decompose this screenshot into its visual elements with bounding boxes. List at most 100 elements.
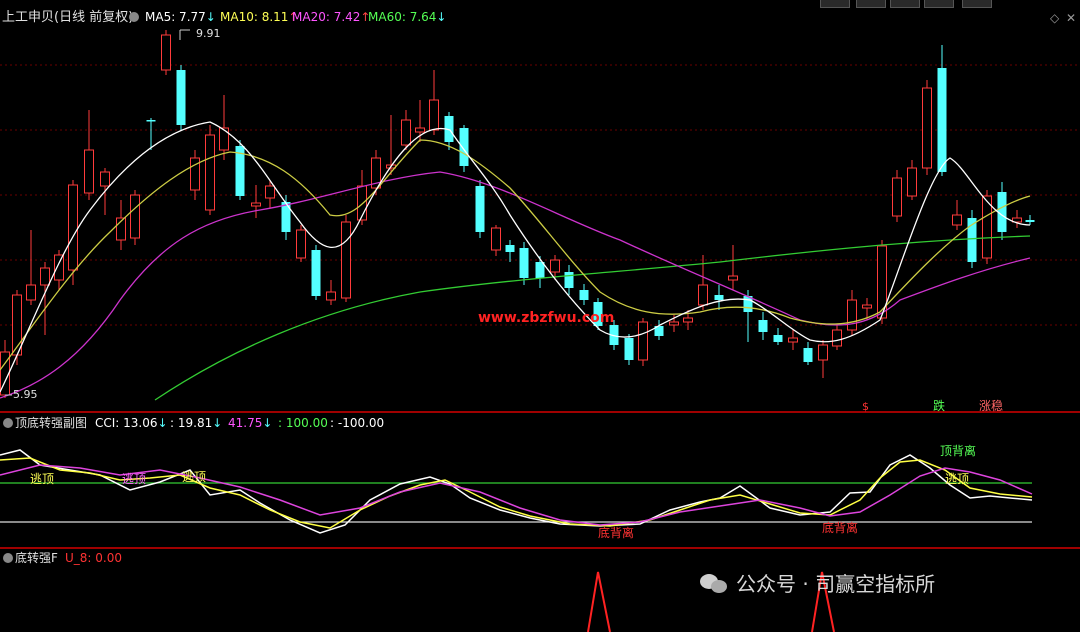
candle-body[interactable] xyxy=(803,348,813,362)
candle-body[interactable] xyxy=(341,221,351,299)
candle-body[interactable] xyxy=(459,128,469,166)
candle-body[interactable] xyxy=(130,194,140,239)
candle-body[interactable] xyxy=(922,87,932,169)
spike-1 xyxy=(587,571,611,632)
ma20-line xyxy=(0,171,1031,399)
cci-yellow-line xyxy=(0,457,1033,529)
candle-body[interactable] xyxy=(788,337,798,343)
candle-body[interactable] xyxy=(832,329,842,347)
sub2-value: U_8: 0.00 xyxy=(65,551,122,565)
center-watermark: www.zbzfwu.com xyxy=(478,310,614,326)
candle-body[interactable] xyxy=(311,250,321,296)
candle-body[interactable] xyxy=(205,134,215,211)
sub1-val3: 41.75↓ xyxy=(228,416,272,430)
toolbar-button-5[interactable] xyxy=(962,0,992,8)
candle-body[interactable] xyxy=(100,171,110,187)
candle-body[interactable] xyxy=(714,295,724,300)
candle-body[interactable] xyxy=(758,320,768,332)
label-dibeili-2: 底背离 xyxy=(822,520,858,535)
candlestick-series xyxy=(0,30,1035,398)
candle-body[interactable] xyxy=(296,229,306,259)
cci-label: CCI: 13.06↓ xyxy=(95,416,168,430)
toolbar-button-2[interactable] xyxy=(856,0,886,8)
sub1-title: 顶底转强副图 xyxy=(15,415,87,430)
label-dibeili-1: 底背离 xyxy=(598,525,634,540)
label-dingbeili: 顶背离 xyxy=(940,443,976,458)
toolbar-button-1[interactable] xyxy=(820,0,850,8)
sub1-plot xyxy=(0,449,1033,534)
sub1-val4: : 100.00 xyxy=(278,416,328,430)
candle-body[interactable] xyxy=(146,120,156,122)
main-title: 上工申贝(日线 前复权) xyxy=(2,9,133,25)
candle-body[interactable] xyxy=(773,335,783,342)
candle-body[interactable] xyxy=(892,177,902,217)
candle-body[interactable] xyxy=(1025,220,1035,222)
candle-body[interactable] xyxy=(40,267,50,286)
diamond-icon[interactable]: ◇ xyxy=(1050,11,1060,25)
candle-body[interactable] xyxy=(265,185,275,199)
footer-watermark: 公众号 · 司赢空指标所 xyxy=(700,568,935,597)
candle-body[interactable] xyxy=(326,291,336,301)
candle-body[interactable] xyxy=(415,127,425,133)
wechat-icon xyxy=(700,572,728,594)
candle-body[interactable] xyxy=(54,254,64,281)
candle-body[interactable] xyxy=(26,284,36,301)
main-annotations: 9.91 5.95 www.zbzfwu.com $ 跌 涨稳 xyxy=(5,27,1003,413)
sub1-settings-icon[interactable] xyxy=(3,418,13,428)
signal-dollar: $ xyxy=(862,400,869,413)
candle-body[interactable] xyxy=(638,321,648,361)
candle-body[interactable] xyxy=(564,272,574,288)
candle-body[interactable] xyxy=(491,227,501,251)
sub2-settings-icon[interactable] xyxy=(3,553,13,563)
candle-body[interactable] xyxy=(907,167,917,197)
signal-zhangwen: 涨稳 xyxy=(979,398,1003,413)
label-taoding-2: 逃顶 xyxy=(122,472,146,486)
stock-chart[interactable]: 上工申贝(日线 前复权) MA5: 7.77↓ MA10: 8.11↑ MA20… xyxy=(0,0,1080,632)
cci-magenta-line xyxy=(0,464,1033,526)
candle-body[interactable] xyxy=(475,186,485,232)
candle-body[interactable] xyxy=(550,259,560,273)
candle-body[interactable] xyxy=(683,317,693,323)
candle-body[interactable] xyxy=(251,202,261,207)
label-taoding-4: 逃顶 xyxy=(945,472,969,486)
candle-body[interactable] xyxy=(84,149,94,194)
candle-body[interactable] xyxy=(952,214,962,226)
candle-body[interactable] xyxy=(429,99,439,131)
candle-body[interactable] xyxy=(219,127,229,151)
candle-body[interactable] xyxy=(669,321,679,326)
toolbar-button-4[interactable] xyxy=(924,0,954,8)
sub1-header: 顶底转强副图 CCI: 13.06↓ : 19.81↓ 41.75↓ : 100… xyxy=(3,415,384,430)
toolbar-button-3[interactable] xyxy=(890,0,920,8)
candle-body[interactable] xyxy=(862,304,872,309)
candle-body[interactable] xyxy=(818,344,828,361)
main-header: 上工申贝(日线 前复权) MA5: 7.77↓ MA10: 8.11↑ MA20… xyxy=(2,9,1076,25)
cci-white-line xyxy=(0,449,1033,534)
candle-body[interactable] xyxy=(505,245,515,252)
candle-body[interactable] xyxy=(519,248,529,278)
candle-body[interactable] xyxy=(161,34,171,71)
footer-watermark-text: 公众号 · 司赢空指标所 xyxy=(736,572,936,596)
candle-body[interactable] xyxy=(176,70,186,125)
label-taoding-3: 逃顶 xyxy=(182,470,206,484)
candle-body[interactable] xyxy=(624,338,634,360)
signal-die: 跌 xyxy=(933,398,945,413)
candle-body[interactable] xyxy=(847,299,857,331)
sub1-val2: : 19.81↓ xyxy=(170,416,222,430)
ma10-label: MA10: 8.11↑ xyxy=(220,10,298,24)
candle-body[interactable] xyxy=(579,290,589,300)
low-price-label: 5.95 xyxy=(13,388,38,401)
candle-body[interactable] xyxy=(401,119,411,146)
ma10-line xyxy=(0,139,1031,371)
candle-body[interactable] xyxy=(68,184,78,271)
candle-body[interactable] xyxy=(728,275,738,281)
close-icon[interactable]: ✕ xyxy=(1066,11,1076,25)
candle-body[interactable] xyxy=(281,202,291,232)
moving-averages xyxy=(0,121,1031,401)
sub1-val5: : -100.00 xyxy=(330,416,384,430)
ma20-label: MA20: 7.42↑ xyxy=(292,10,370,24)
ma5-label: MA5: 7.77↓ xyxy=(145,10,216,24)
candle-body[interactable] xyxy=(698,284,708,306)
settings-icon[interactable] xyxy=(129,12,139,22)
candle-body[interactable] xyxy=(937,68,947,172)
sub2-header: 底转强F U_8: 0.00 xyxy=(3,550,122,565)
